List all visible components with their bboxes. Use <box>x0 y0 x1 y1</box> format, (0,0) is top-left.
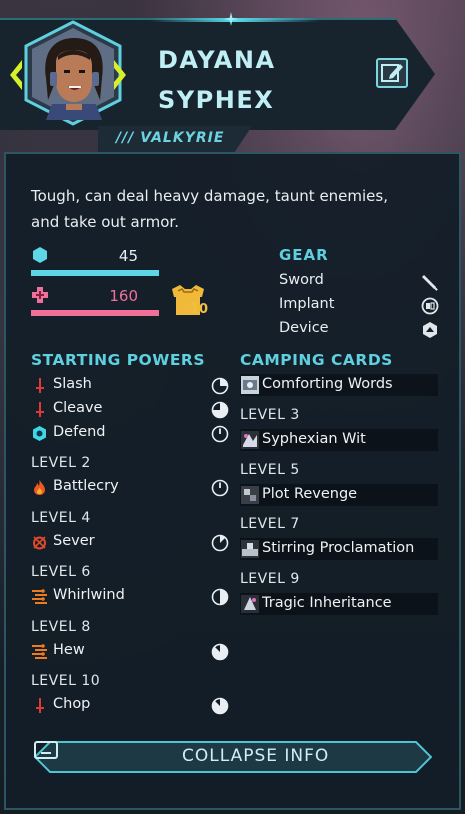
armor-value: 10 <box>190 302 209 317</box>
power-name: Chop <box>53 696 91 712</box>
card-thumbnail-icon <box>241 486 259 504</box>
device-icon <box>423 322 437 338</box>
power-name: Defend <box>53 424 106 440</box>
camping-card[interactable]: Stirring Proclamation <box>240 538 438 560</box>
card-thumbnail-icon <box>241 431 259 449</box>
cooldown-clock-icon <box>211 401 229 419</box>
health-cross-icon <box>32 287 48 303</box>
sever-icon <box>33 536 46 550</box>
red-dagger-icon <box>36 698 44 713</box>
card-name: Comforting Words <box>262 376 393 392</box>
camping-card[interactable]: Syphexian Wit <box>240 429 438 451</box>
gear-item-implant: Implant <box>279 296 439 316</box>
power-name: Battlecry <box>53 478 119 494</box>
card-level-label: LEVEL 3 <box>240 407 300 423</box>
cooldown-clock-icon <box>211 425 229 443</box>
gear-item-label: Sword <box>279 272 324 288</box>
card-level-label: LEVEL 5 <box>240 462 300 478</box>
power-row[interactable]: Hew <box>31 641 231 663</box>
prev-character-arrow-icon[interactable] <box>8 58 24 92</box>
power-name: Sever <box>53 533 95 549</box>
cooldown-clock-icon <box>211 643 229 661</box>
whirlwind-icon <box>32 644 47 659</box>
camping-cards-title: CAMPING CARDS <box>240 351 393 369</box>
card-level-label: LEVEL 9 <box>240 571 300 587</box>
card-name: Stirring Proclamation <box>262 540 415 556</box>
cyan-shield-icon <box>33 426 46 441</box>
power-name: Hew <box>53 642 85 658</box>
power-level-label: LEVEL 10 <box>31 673 101 689</box>
cooldown-clock-icon <box>211 534 229 552</box>
cooldown-clock-icon <box>211 697 229 715</box>
edit-pencil-icon <box>381 64 403 82</box>
camping-card[interactable]: Plot Revenge <box>240 484 438 506</box>
camping-card[interactable]: Tragic Inheritance <box>240 593 438 615</box>
gear-title: GEAR <box>279 246 329 264</box>
shield-value: 45 <box>118 247 138 265</box>
character-description: Tough, can deal heavy damage, taunt enem… <box>31 187 388 231</box>
gear-item-sword: Sword <box>279 272 439 292</box>
card-name: Plot Revenge <box>262 486 358 502</box>
cooldown-clock-icon <box>211 588 229 606</box>
power-level-label: LEVEL 2 <box>31 455 91 471</box>
starting-powers-title: STARTING POWERS <box>31 351 206 369</box>
sword-icon <box>422 275 438 291</box>
card-level-label: LEVEL 7 <box>240 516 300 532</box>
power-row[interactable]: Cleave <box>31 399 231 421</box>
health-value: 160 <box>109 287 138 305</box>
power-level-label: LEVEL 6 <box>31 564 91 580</box>
camping-card[interactable]: Comforting Words <box>240 374 438 396</box>
health-bar <box>31 310 159 316</box>
gear-item-label: Device <box>279 320 329 336</box>
card-thumbnail-icon <box>241 540 259 558</box>
power-level-label: LEVEL 8 <box>31 619 91 635</box>
gear-item-label: Implant <box>279 296 335 312</box>
power-row[interactable]: Whirlwind <box>31 586 231 608</box>
power-row[interactable]: Slash <box>31 375 231 397</box>
power-name: Cleave <box>53 400 103 416</box>
character-name: DAYANA SYPHEX <box>158 40 276 120</box>
power-row[interactable]: Chop <box>31 695 231 717</box>
card-thumbnail-icon <box>241 376 259 394</box>
character-first-name: DAYANA <box>158 46 276 74</box>
red-dagger-icon <box>36 402 44 417</box>
power-row[interactable]: Battlecry <box>31 477 231 499</box>
collapse-info-button[interactable]: COLLAPSE INFO <box>34 741 432 773</box>
implant-icon <box>421 297 439 315</box>
cooldown-clock-icon <box>211 377 229 395</box>
edit-button[interactable] <box>376 58 408 88</box>
collapse-info-label: COLLAPSE INFO <box>182 746 330 766</box>
card-thumbnail-icon <box>241 595 259 613</box>
class-label: /// VALKYRIE <box>116 130 225 146</box>
next-character-arrow-icon[interactable] <box>112 58 128 92</box>
red-dagger-icon <box>36 378 44 393</box>
power-row[interactable]: Defend <box>31 423 231 445</box>
character-last-name: SYPHEX <box>158 86 275 114</box>
card-name: Tragic Inheritance <box>262 595 392 611</box>
power-level-label: LEVEL 4 <box>31 510 91 526</box>
power-name: Whirlwind <box>53 587 125 603</box>
gear-item-device: Device <box>279 320 439 340</box>
collapse-icon <box>34 741 58 759</box>
shield-icon <box>33 247 47 263</box>
flame-icon <box>34 480 45 495</box>
character-portrait <box>22 20 124 126</box>
cooldown-clock-icon <box>211 479 229 497</box>
card-name: Syphexian Wit <box>262 431 366 447</box>
shield-bar <box>31 270 159 276</box>
power-row[interactable]: Sever <box>31 532 231 554</box>
power-name: Slash <box>53 376 92 392</box>
star-icon <box>224 12 238 26</box>
whirlwind-icon <box>32 589 47 604</box>
